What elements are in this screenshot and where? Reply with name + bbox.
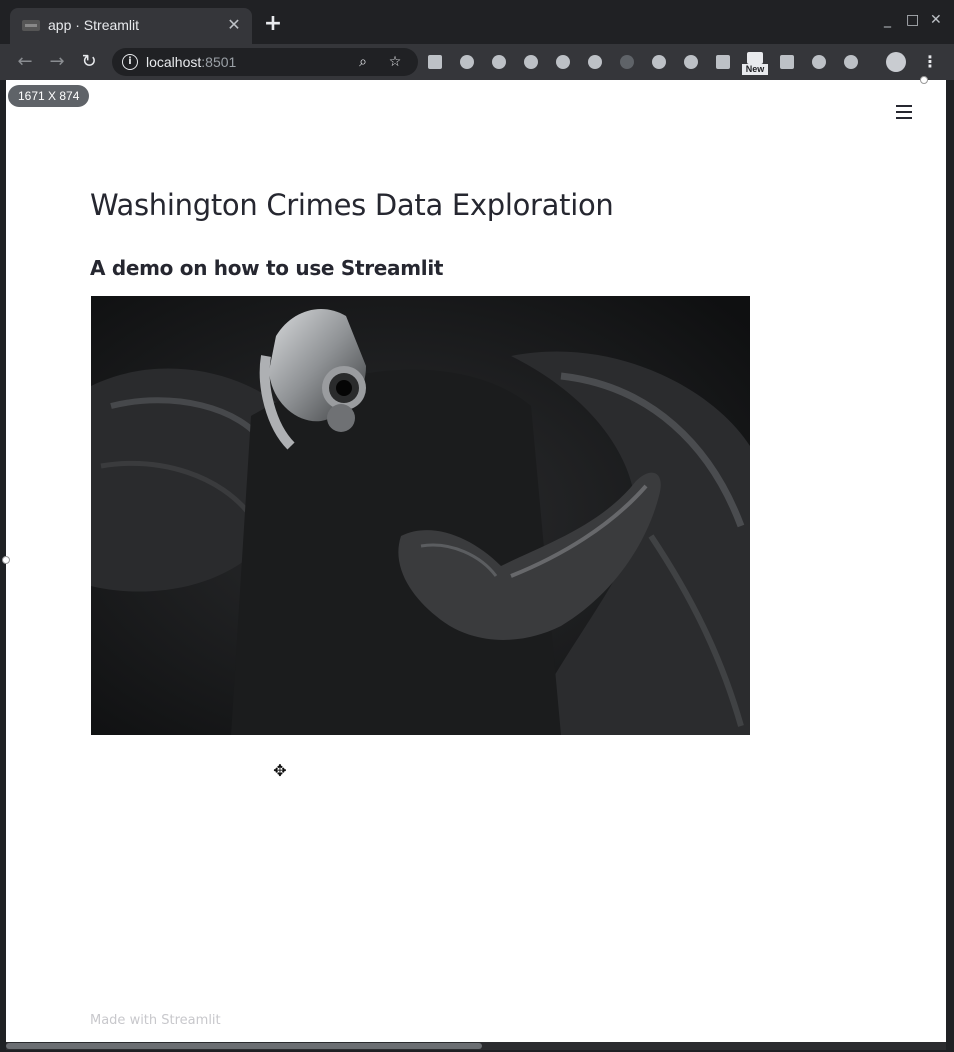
extension-ring-icon[interactable]: [556, 55, 570, 69]
page-viewport: 1671 X 874 Washington Crimes Data Explor…: [6, 80, 946, 1042]
footer-made-with-streamlit[interactable]: Made with Streamlit: [90, 1013, 221, 1028]
close-tab-icon[interactable]: ✕: [224, 15, 244, 35]
address-bar[interactable]: i localhost:8501 ⌕ ☆: [112, 48, 418, 76]
resize-handle-top-right[interactable]: [920, 76, 928, 84]
extension-o-icon[interactable]: [844, 55, 858, 69]
url-text: localhost:8501: [146, 54, 237, 70]
extension-g-icon[interactable]: [492, 55, 506, 69]
browser-toolbar: ← → ↻ i localhost:8501 ⌕ ☆ New ⋮: [0, 44, 954, 80]
streamlit-favicon-icon: [22, 20, 40, 31]
extension-moon-icon[interactable]: [620, 55, 634, 69]
page-title: Washington Crimes Data Exploration: [90, 188, 614, 222]
back-arrow-icon[interactable]: ←: [14, 51, 36, 73]
hero-image: [91, 296, 750, 735]
extension-badge-icon[interactable]: [588, 55, 602, 69]
minimize-window-button[interactable]: _: [884, 12, 891, 28]
extension-new-icon[interactable]: New: [742, 52, 768, 76]
chrome-menu-icon[interactable]: ⋮: [922, 51, 938, 73]
forward-arrow-icon[interactable]: →: [46, 51, 68, 73]
bookmark-star-icon[interactable]: ☆: [386, 53, 404, 71]
viewport-size-badge: 1671 X 874: [8, 85, 90, 107]
page-subtitle: A demo on how to use Streamlit: [90, 256, 444, 280]
site-info-icon[interactable]: i: [122, 54, 138, 70]
extension-puzzle-icon[interactable]: [460, 55, 474, 69]
extension-m-icon[interactable]: [780, 55, 794, 69]
scrollbar-thumb[interactable]: [6, 1043, 482, 1049]
extension-doc-icon[interactable]: [428, 55, 442, 69]
move-cursor-icon: ✥: [273, 761, 287, 780]
extension-circle-icon[interactable]: [524, 55, 538, 69]
close-window-button[interactable]: ✕: [930, 12, 942, 28]
hamburger-menu-icon[interactable]: [890, 100, 918, 124]
extension-camera-icon[interactable]: [716, 55, 730, 69]
browser-tab-strip: app · Streamlit ✕ + _ □ ✕: [0, 0, 954, 44]
tab-title: app · Streamlit: [48, 17, 140, 33]
reload-icon[interactable]: ↻: [78, 51, 100, 73]
horizontal-scrollbar[interactable]: [6, 1042, 946, 1050]
zoom-icon[interactable]: ⌕: [354, 53, 372, 71]
extension-shield-icon[interactable]: [652, 55, 666, 69]
extension-new-label: New: [742, 64, 768, 75]
extension-pin-icon[interactable]: [684, 55, 698, 69]
new-tab-button[interactable]: +: [262, 13, 284, 36]
browser-tab[interactable]: app · Streamlit ✕: [10, 8, 252, 44]
maximize-window-button[interactable]: □: [906, 12, 919, 28]
resize-handle-left[interactable]: [2, 556, 10, 564]
extension-gear-icon[interactable]: [812, 55, 826, 69]
hero-image-graphic: [91, 296, 750, 735]
profile-avatar-icon[interactable]: [886, 52, 906, 72]
